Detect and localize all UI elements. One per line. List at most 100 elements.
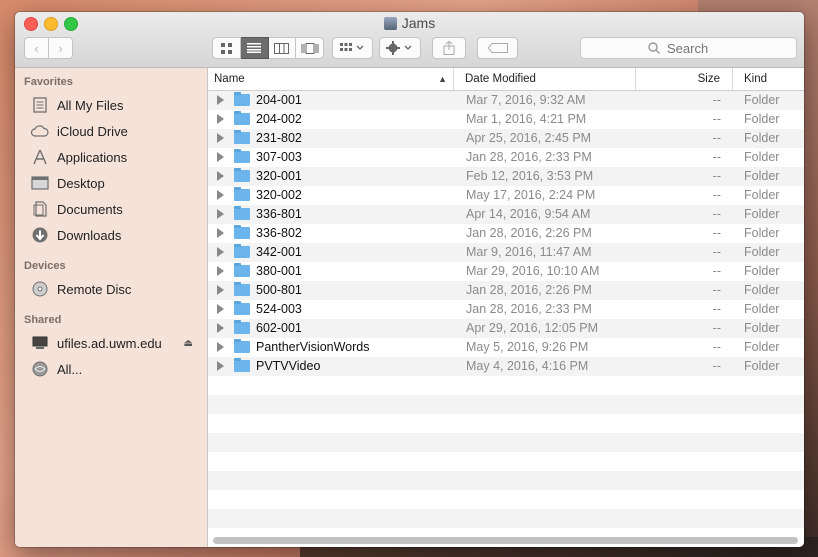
name-column-header[interactable]: Name ▲ [208,68,454,90]
empty-row [208,490,804,509]
eject-icon[interactable]: ⏏ [184,338,193,349]
list-view-button[interactable] [240,37,269,59]
size-column-label: Size [697,73,720,85]
table-row[interactable]: 336-801 Apr 14, 2016, 9:54 AM -- Folder [208,205,804,224]
back-button[interactable]: ‹ [24,37,49,59]
table-row[interactable]: 342-001 Mar 9, 2016, 11:47 AM -- Folder [208,243,804,262]
table-row[interactable]: 204-001 Mar 7, 2016, 9:32 AM -- Folder [208,91,804,110]
network-icon [31,361,49,377]
disclosure-triangle-icon[interactable] [217,266,224,276]
disclosure-triangle-icon[interactable] [217,95,224,105]
file-size: -- [712,169,721,183]
sidebar-item-all-shared[interactable]: All... [31,358,201,380]
file-kind: Folder [744,93,780,107]
kind-column-header[interactable]: Kind [733,68,804,90]
sidebar-item-label: Documents [57,201,123,217]
table-row[interactable]: 500-801 Jan 28, 2016, 2:26 PM -- Folder [208,281,804,300]
date-column-label: Date Modified [465,73,536,85]
column-view-button[interactable] [268,37,297,59]
column-header: Name ▲ Date Modified Size Kind [208,68,804,91]
desktop-icon [31,175,49,191]
sidebar-item-label: All My Files [57,97,124,113]
disclosure-triangle-icon[interactable] [217,228,224,238]
gear-icon [386,41,412,55]
table-row[interactable]: 320-001 Feb 12, 2016, 3:53 PM -- Folder [208,167,804,186]
table-row[interactable]: PVTVVideo May 4, 2016, 4:16 PM -- Folder [208,357,804,376]
list-view-icon [247,43,262,53]
sidebar-item-applications[interactable]: Applications [31,146,201,168]
tags-button[interactable] [477,37,518,59]
forward-button[interactable]: › [48,37,73,59]
search-input[interactable] [665,39,729,57]
table-row[interactable]: 320-002 May 17, 2016, 2:24 PM -- Folder [208,186,804,205]
table-row[interactable]: 231-802 Apr 25, 2016, 2:45 PM -- Folder [208,129,804,148]
table-row[interactable]: 602-001 Apr 29, 2016, 12:05 PM -- Folder [208,319,804,338]
file-name: 204-002 [256,112,302,126]
empty-row [208,471,804,490]
cover-flow-button[interactable] [296,37,324,59]
sidebar-item-label: Desktop [57,175,105,191]
disclosure-triangle-icon[interactable] [217,190,224,200]
disclosure-triangle-icon[interactable] [217,285,224,295]
disclosure-triangle-icon[interactable] [217,209,224,219]
all-files-icon [31,97,49,113]
file-size: -- [712,283,721,297]
sidebar-item-all-my-files[interactable]: All My Files [31,94,201,116]
table-row[interactable]: 524-003 Jan 28, 2016, 2:33 PM -- Folder [208,300,804,319]
disclosure-triangle-icon[interactable] [217,304,224,314]
file-date: Apr 29, 2016, 12:05 PM [466,321,599,335]
file-date: Mar 29, 2016, 10:10 AM [466,264,600,278]
sidebar-item-downloads[interactable]: Downloads [31,224,201,246]
sidebar-item-desktop[interactable]: Desktop [31,172,201,194]
icon-view-button[interactable] [212,37,241,59]
folder-icon [234,244,250,258]
file-size: -- [712,245,721,259]
folder-icon [234,187,250,201]
arrange-button[interactable] [332,37,373,59]
action-button[interactable] [379,37,421,59]
table-row[interactable]: PantherVisionWords May 5, 2016, 9:26 PM --… [208,338,804,357]
disclosure-triangle-icon[interactable] [217,171,224,181]
disclosure-triangle-icon[interactable] [217,152,224,162]
cover-flow-icon [301,42,319,54]
table-row[interactable]: 307-003 Jan 28, 2016, 2:33 PM -- Folder [208,148,804,167]
file-kind: Folder [744,340,780,354]
disclosure-triangle-icon[interactable] [217,361,224,371]
table-row[interactable]: 204-002 Mar 1, 2016, 4:21 PM -- Folder [208,110,804,129]
applications-icon [31,149,49,165]
size-column-header[interactable]: Size [636,68,733,90]
file-date: May 5, 2016, 9:26 PM [466,340,589,354]
disclosure-triangle-icon[interactable] [217,133,224,143]
sidebar-item-ufiles[interactable]: ufiles.ad.uwm.edu ⏏ [31,332,201,354]
folder-icon [234,301,250,315]
disclosure-triangle-icon[interactable] [217,323,224,333]
sidebar-item-documents[interactable]: Documents [31,198,201,220]
sidebar-item-icloud-drive[interactable]: iCloud Drive [31,120,201,142]
server-icon [31,335,49,351]
sidebar-item-label: All... [57,361,83,377]
file-name: 342-001 [256,245,302,259]
disclosure-triangle-icon[interactable] [217,114,224,124]
search-field[interactable] [580,37,797,59]
file-size: -- [712,264,721,278]
file-name: 307-003 [256,150,302,164]
sidebar-item-remote-disc[interactable]: Remote Disc [31,278,201,300]
file-kind: Folder [744,283,780,297]
horizontal-scrollbar[interactable] [213,537,798,544]
icon-view-icon [220,42,232,54]
folder-icon [234,225,250,239]
table-row[interactable]: 336-802 Jan 28, 2016, 2:26 PM -- Folder [208,224,804,243]
date-column-header[interactable]: Date Modified [454,68,636,90]
file-name: PantherVisionWords [256,340,370,354]
disclosure-triangle-icon[interactable] [217,342,224,352]
table-row[interactable]: 380-001 Mar 29, 2016, 10:10 AM -- Folder [208,262,804,281]
file-date: Feb 12, 2016, 3:53 PM [466,169,594,183]
share-button[interactable] [432,37,466,59]
disclosure-triangle-icon[interactable] [217,247,224,257]
file-kind: Folder [744,131,780,145]
file-date: May 17, 2016, 2:24 PM [466,188,596,202]
folder-icon [234,168,250,182]
column-view-icon [274,42,290,54]
file-date: Mar 1, 2016, 4:21 PM [466,112,587,126]
file-size: -- [712,207,721,221]
